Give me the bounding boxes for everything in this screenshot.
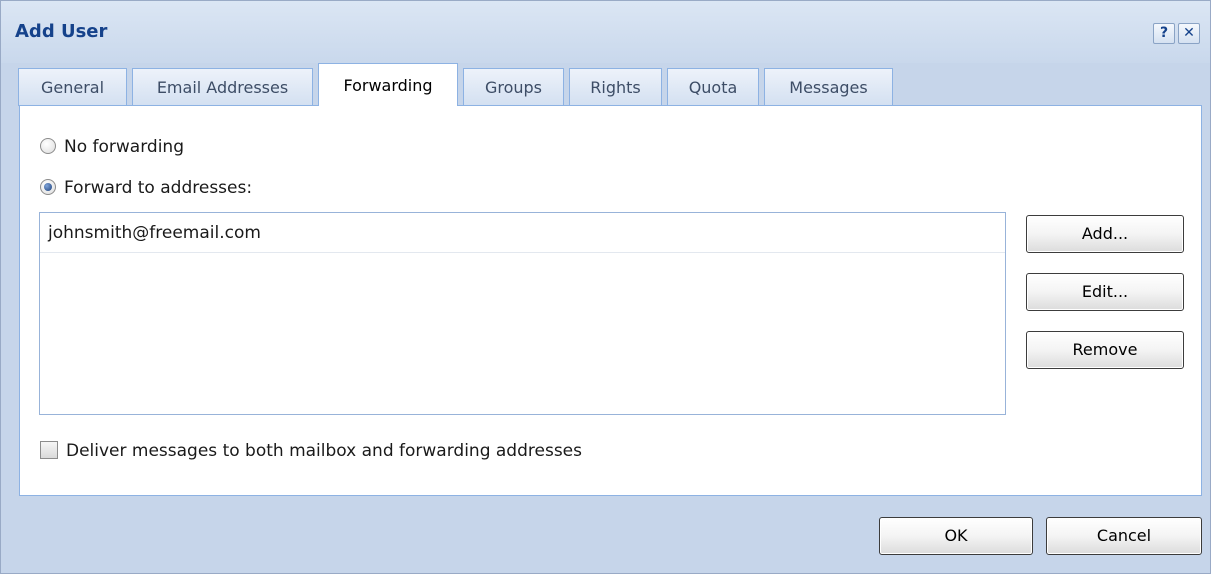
deliver-both-label: Deliver messages to both mailbox and for… [66, 441, 582, 461]
dialog-title: Add User [15, 21, 108, 42]
tab-strip: General Email Addresses Forwarding Group… [1, 63, 1210, 106]
ok-button[interactable]: OK [879, 517, 1033, 555]
forward-to-option[interactable]: Forward to addresses: [40, 177, 252, 199]
cancel-button[interactable]: Cancel [1046, 517, 1202, 555]
forwarding-panel: No forwarding Forward to addresses: john… [19, 105, 1202, 496]
no-forwarding-option[interactable]: No forwarding [40, 136, 184, 158]
deliver-both-checkbox[interactable] [40, 441, 58, 459]
close-icon[interactable]: ✕ [1178, 23, 1200, 44]
tab-quota[interactable]: Quota [667, 68, 759, 106]
tab-messages[interactable]: Messages [764, 68, 893, 106]
forward-to-label: Forward to addresses: [64, 178, 253, 198]
remove-address-button[interactable]: Remove [1026, 331, 1184, 369]
edit-address-button[interactable]: Edit... [1026, 273, 1184, 311]
tab-general[interactable]: General [18, 68, 127, 106]
add-address-button[interactable]: Add... [1026, 215, 1184, 253]
no-forwarding-radio[interactable] [40, 138, 56, 154]
add-user-dialog: Add User ? ✕ General Email Addresses For… [0, 0, 1211, 574]
tab-rights[interactable]: Rights [569, 68, 662, 106]
list-item[interactable]: johnsmith@freemail.com [40, 213, 1005, 253]
no-forwarding-label: No forwarding [64, 137, 184, 157]
dialog-titlebar[interactable]: Add User ? ✕ [1, 1, 1210, 63]
tab-forwarding[interactable]: Forwarding [318, 63, 458, 106]
tab-email-addresses[interactable]: Email Addresses [132, 68, 313, 106]
help-icon[interactable]: ? [1153, 23, 1175, 44]
forward-address-list[interactable]: johnsmith@freemail.com [39, 212, 1006, 415]
forward-to-radio[interactable] [40, 179, 56, 195]
deliver-both-option[interactable]: Deliver messages to both mailbox and for… [40, 440, 582, 462]
tab-groups[interactable]: Groups [463, 68, 564, 106]
